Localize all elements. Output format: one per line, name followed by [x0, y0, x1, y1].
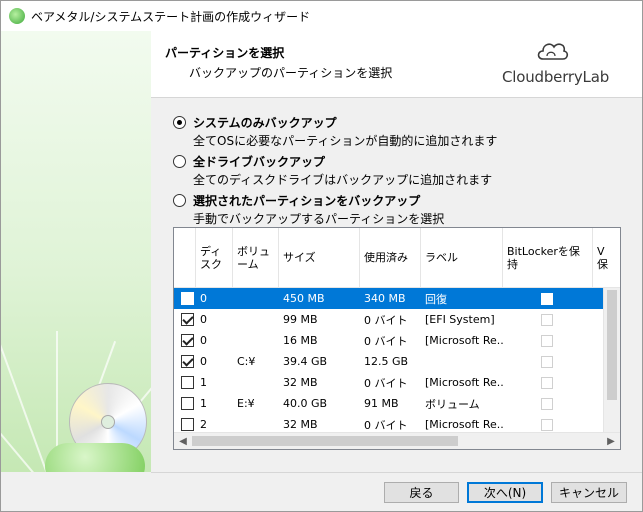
- horizontal-scroll-thumb[interactable]: [192, 436, 458, 446]
- table-row[interactable]: 1 32 MB 0 バイト [Microsoft Re...: [174, 372, 604, 393]
- cell-disk: 1: [200, 376, 207, 389]
- option-description: 全てOSに必要なパーティションが自動的に追加されます: [193, 134, 498, 148]
- cloud-logo-icon: [537, 43, 569, 60]
- page-title: パーティションを選択: [165, 46, 285, 60]
- horizontal-scrollbar[interactable]: ◀ ▶: [174, 432, 620, 449]
- cell-label: [Microsoft Re...: [425, 418, 503, 431]
- cell-used: 0 バイト: [364, 376, 408, 390]
- cell-disk: 0: [200, 355, 207, 368]
- cell-label: 回復: [425, 292, 447, 306]
- option-all-drives[interactable]: 全ドライブバックアップ: [173, 153, 325, 170]
- cell-used: 0 バイト: [364, 313, 408, 327]
- cancel-button[interactable]: キャンセル: [551, 482, 627, 503]
- main-content: システムのみバックアップ 全てOSに必要なパーティションが自動的に追加されます …: [151, 99, 642, 472]
- bitlocker-checkbox[interactable]: [541, 376, 553, 389]
- option-label: システムのみバックアップ: [193, 116, 337, 130]
- row-checkbox[interactable]: [181, 355, 194, 368]
- cell-disk: 0: [200, 334, 207, 347]
- next-button[interactable]: 次へ(N): [467, 482, 543, 503]
- scroll-left-icon[interactable]: ◀: [175, 434, 191, 449]
- vertical-scroll-thumb[interactable]: [607, 290, 617, 400]
- window-title: ベアメタル/システムステート計画の作成ウィザード: [31, 9, 311, 24]
- table-row[interactable]: 0 450 MB 340 MB 回復: [174, 288, 604, 309]
- cell-used: 12.5 GB: [364, 355, 409, 368]
- row-checkbox[interactable]: [181, 397, 194, 410]
- cell-size: 32 MB: [283, 376, 318, 389]
- cell-disk: 2: [200, 418, 207, 431]
- wizard-header: パーティションを選択 バックアップのパーティションを選択 CloudberryL…: [151, 31, 642, 98]
- row-checkbox[interactable]: [181, 418, 194, 431]
- column-header-disk[interactable]: ディスク: [196, 228, 233, 287]
- cloudberry-logo: CloudberryLab: [502, 39, 610, 89]
- table-row[interactable]: 0 99 MB 0 バイト [EFI System]: [174, 309, 604, 330]
- column-header-size[interactable]: サイズ: [279, 228, 360, 287]
- option-label: 全ドライブバックアップ: [193, 155, 326, 169]
- option-selected-partitions[interactable]: 選択されたパーティションをバックアップ: [173, 192, 420, 209]
- column-header-bitlocker[interactable]: BitLockerを保持: [503, 228, 593, 287]
- cell-label: [EFI System]: [425, 313, 495, 326]
- logo-text: CloudberryLab: [502, 68, 610, 86]
- column-header-check[interactable]: [174, 228, 196, 287]
- row-checkbox[interactable]: [181, 292, 194, 305]
- table-row[interactable]: 0 16 MB 0 バイト [Microsoft Re...: [174, 330, 604, 351]
- partition-table[interactable]: ディスク ボリューム サイズ 使用済み ラベル BitLockerを保持 V 保…: [173, 227, 621, 450]
- row-checkbox[interactable]: [181, 334, 194, 347]
- cell-label: [Microsoft Re...: [425, 376, 503, 389]
- cell-volume: E:¥: [237, 397, 255, 410]
- radio-system-only[interactable]: [173, 116, 186, 129]
- table-row[interactable]: 1 E:¥ 40.0 GB 91 MB ボリューム: [174, 393, 604, 414]
- cell-volume: C:¥: [237, 355, 256, 368]
- wizard-footer: 戻る 次へ(N) キャンセル: [151, 472, 642, 511]
- column-header-label[interactable]: ラベル: [421, 228, 503, 287]
- cell-size: 99 MB: [283, 313, 318, 326]
- cell-used: 91 MB: [364, 397, 399, 410]
- cell-used: 0 バイト: [364, 334, 408, 348]
- cell-used: 340 MB: [364, 292, 406, 305]
- cell-size: 450 MB: [283, 292, 325, 305]
- title-bar: ベアメタル/システムステート計画の作成ウィザード: [1, 1, 642, 31]
- radio-all-drives[interactable]: [173, 155, 186, 168]
- cell-disk: 0: [200, 292, 207, 305]
- back-button[interactable]: 戻る: [384, 482, 459, 503]
- column-header-truncated[interactable]: V 保: [593, 228, 620, 287]
- row-checkbox[interactable]: [181, 313, 194, 326]
- bitlocker-checkbox[interactable]: [541, 313, 553, 326]
- table-header: ディスク ボリューム サイズ 使用済み ラベル BitLockerを保持 V 保: [174, 228, 620, 288]
- cell-disk: 0: [200, 313, 207, 326]
- wizard-window: ベアメタル/システムステート計画の作成ウィザード パーティションを選択 バックア…: [0, 0, 643, 512]
- cell-size: 39.4 GB: [283, 355, 328, 368]
- cell-label: [Microsoft Re...: [425, 334, 503, 347]
- cell-label: ボリューム: [425, 397, 480, 411]
- column-header-volume[interactable]: ボリューム: [233, 228, 279, 287]
- cell-used: 0 バイト: [364, 418, 408, 432]
- scroll-right-icon[interactable]: ▶: [603, 434, 619, 449]
- bitlocker-checkbox[interactable]: [541, 334, 553, 347]
- bitlocker-checkbox[interactable]: [541, 418, 553, 431]
- cell-disk: 1: [200, 397, 207, 410]
- cell-size: 32 MB: [283, 418, 318, 431]
- cloud-icon: [45, 443, 145, 472]
- bitlocker-checkbox[interactable]: [541, 397, 553, 410]
- bitlocker-checkbox[interactable]: [541, 355, 553, 368]
- bitlocker-checkbox[interactable]: [541, 292, 553, 305]
- cell-size: 40.0 GB: [283, 397, 328, 410]
- page-subtitle: バックアップのパーティションを選択: [189, 66, 393, 80]
- row-checkbox[interactable]: [181, 376, 194, 389]
- cell-size: 16 MB: [283, 334, 318, 347]
- column-header-used[interactable]: 使用済み: [360, 228, 421, 287]
- option-description: 全てのディスクドライブはバックアップに追加されます: [193, 173, 493, 187]
- table-body: 0 450 MB 340 MB 回復 0 99 MB 0 バイト [EFI Sy…: [174, 288, 604, 435]
- radio-selected-partitions[interactable]: [173, 194, 186, 207]
- table-row[interactable]: 0 C:¥ 39.4 GB 12.5 GB: [174, 351, 604, 372]
- option-label: 選択されたパーティションをバックアップ: [193, 194, 421, 208]
- option-description: 手動でバックアップするパーティションを選択: [193, 212, 445, 226]
- option-system-only[interactable]: システムのみバックアップ: [173, 114, 337, 131]
- vertical-scrollbar[interactable]: [603, 288, 620, 434]
- sidebar-banner: [1, 31, 151, 472]
- app-icon: [9, 8, 25, 24]
